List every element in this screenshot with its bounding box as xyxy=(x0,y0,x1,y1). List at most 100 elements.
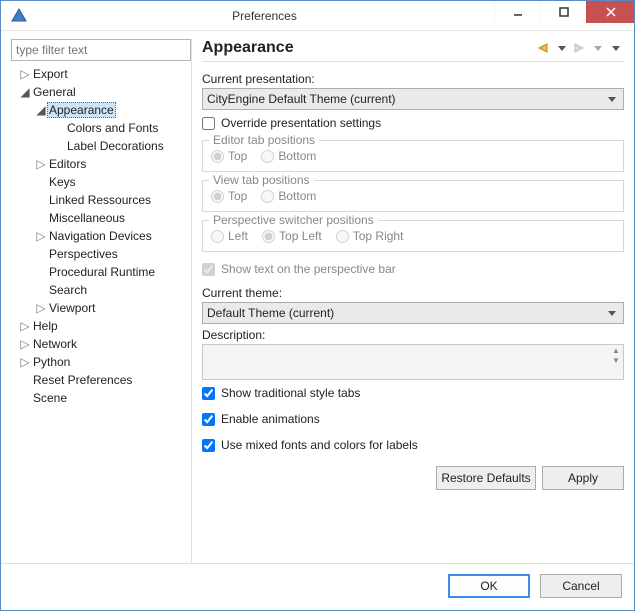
tree-expand-icon[interactable]: ▷ xyxy=(19,335,31,353)
tree-item[interactable]: ◢Appearance xyxy=(11,101,191,119)
tree-item-label: Colors and Fonts xyxy=(65,121,160,135)
nav-fwd-menu-icon[interactable] xyxy=(590,40,606,56)
nav-back-menu-icon[interactable] xyxy=(554,40,570,56)
persp-topright-radio[interactable]: Top Right xyxy=(336,229,404,243)
enable-animations-label: Enable animations xyxy=(221,412,320,426)
tree-item-label: Python xyxy=(31,355,72,369)
tree-item[interactable]: ▷Python xyxy=(11,353,191,371)
enable-animations-check[interactable] xyxy=(202,413,215,426)
page-heading-row: Appearance xyxy=(202,39,624,62)
view-tab-bottom-radio[interactable]: Bottom xyxy=(261,189,316,203)
tree-item-label: Editors xyxy=(47,157,88,171)
tree-item[interactable]: ▷Miscellaneous xyxy=(11,209,191,227)
view-tab-positions-legend: View tab positions xyxy=(209,173,314,187)
tree-item-label: Linked Ressources xyxy=(47,193,153,207)
chevron-down-icon xyxy=(605,309,619,317)
tree-item[interactable]: ◢General xyxy=(11,83,191,101)
mixed-fonts-check[interactable] xyxy=(202,439,215,452)
spin-up-icon[interactable]: ▲ xyxy=(611,347,621,355)
tree-item-label: Export xyxy=(31,67,70,81)
current-theme-value: Default Theme (current) xyxy=(207,306,605,320)
page-button-row: Restore Defaults Apply xyxy=(202,466,624,490)
tree-item-label: Viewport xyxy=(47,301,97,315)
tree-item-label: Help xyxy=(31,319,60,333)
tree-expand-icon[interactable]: ▷ xyxy=(35,227,47,245)
tree-item[interactable]: ▷Perspectives xyxy=(11,245,191,263)
editor-tab-bottom-radio[interactable]: Bottom xyxy=(261,149,316,163)
window-title: Preferences xyxy=(35,9,494,23)
tree-item[interactable]: ▷Network xyxy=(11,335,191,353)
tree-expand-icon[interactable]: ▷ xyxy=(19,317,31,335)
description-spinner: ▲ ▼ xyxy=(611,347,621,365)
tree-item[interactable]: ▷Keys xyxy=(11,173,191,191)
tree-item[interactable]: ▷Colors and Fonts xyxy=(11,119,191,137)
filter-input[interactable] xyxy=(11,39,191,61)
tree-item-label: Label Decorations xyxy=(65,139,166,153)
persp-topleft-radio[interactable]: Top Left xyxy=(262,229,322,243)
show-text-perspective-check[interactable] xyxy=(202,263,215,276)
override-presentation-label: Override presentation settings xyxy=(221,116,381,130)
cancel-button[interactable]: Cancel xyxy=(540,574,622,598)
editor-tab-top-radio[interactable]: Top xyxy=(211,149,247,163)
tree-item[interactable]: ▷Editors xyxy=(11,155,191,173)
tree-item-label: Perspectives xyxy=(47,247,120,261)
page-title: Appearance xyxy=(202,39,536,57)
tree-item[interactable]: ▷Navigation Devices xyxy=(11,227,191,245)
override-presentation-checkbox[interactable]: Override presentation settings xyxy=(202,116,624,130)
minimize-button[interactable] xyxy=(494,1,540,23)
tree-item[interactable]: ▷Linked Ressources xyxy=(11,191,191,209)
nav-fwd-icon xyxy=(572,40,588,56)
mixed-fonts-label: Use mixed fonts and colors for labels xyxy=(221,438,418,452)
spin-down-icon[interactable]: ▼ xyxy=(611,357,621,365)
tree-item-label: Reset Preferences xyxy=(31,373,134,387)
tree-expand-icon[interactable]: ▷ xyxy=(19,65,31,83)
tree-item[interactable]: ▷Reset Preferences xyxy=(11,371,191,389)
tree-item[interactable]: ▷Scene xyxy=(11,389,191,407)
dialog-button-bar: OK Cancel xyxy=(1,563,634,610)
traditional-tabs-check[interactable] xyxy=(202,387,215,400)
current-presentation-combo[interactable]: CityEngine Default Theme (current) xyxy=(202,88,624,110)
show-text-perspective-label: Show text on the perspective bar xyxy=(221,262,396,276)
tree-item-label: Search xyxy=(47,283,89,297)
tree-item[interactable]: ▷Export xyxy=(11,65,191,83)
nav-back-icon[interactable] xyxy=(536,40,552,56)
tree-item-label: Scene xyxy=(31,391,69,405)
ok-button[interactable]: OK xyxy=(448,574,530,598)
tree-item-label: General xyxy=(31,85,78,99)
current-theme-label: Current theme: xyxy=(202,286,624,300)
tree-collapse-icon[interactable]: ◢ xyxy=(35,101,47,119)
persp-left-radio[interactable]: Left xyxy=(211,229,248,243)
heading-nav xyxy=(536,40,624,56)
traditional-tabs-checkbox[interactable]: Show traditional style tabs xyxy=(202,386,624,400)
enable-animations-checkbox[interactable]: Enable animations xyxy=(202,412,624,426)
tree-item-label: Procedural Runtime xyxy=(47,265,157,279)
preference-tree[interactable]: ▷Export◢General◢Appearance▷Colors and Fo… xyxy=(11,65,191,563)
tree-expand-icon[interactable]: ▷ xyxy=(35,155,47,173)
tree-item-label: Appearance xyxy=(47,102,116,118)
restore-defaults-button[interactable]: Restore Defaults xyxy=(436,466,536,490)
tree-item[interactable]: ▷Help xyxy=(11,317,191,335)
nav-menu-icon[interactable] xyxy=(608,40,624,56)
tree-item[interactable]: ▷Procedural Runtime xyxy=(11,263,191,281)
perspective-switcher-group: Perspective switcher positions Left Top … xyxy=(202,220,624,252)
tree-expand-icon[interactable]: ▷ xyxy=(19,353,31,371)
tree-expand-icon[interactable]: ▷ xyxy=(35,299,47,317)
chevron-down-icon xyxy=(605,95,619,103)
dialog-body: ▷Export◢General◢Appearance▷Colors and Fo… xyxy=(1,31,634,563)
tree-item[interactable]: ▷Viewport xyxy=(11,299,191,317)
override-presentation-check[interactable] xyxy=(202,117,215,130)
close-button[interactable] xyxy=(586,1,634,23)
tree-collapse-icon[interactable]: ◢ xyxy=(19,83,31,101)
apply-button[interactable]: Apply xyxy=(542,466,624,490)
tree-item[interactable]: ▷Label Decorations xyxy=(11,137,191,155)
view-tab-positions-group: View tab positions Top Bottom xyxy=(202,180,624,212)
tree-item[interactable]: ▷Search xyxy=(11,281,191,299)
tree-item-label: Miscellaneous xyxy=(47,211,127,225)
tree-item-label: Keys xyxy=(47,175,78,189)
show-text-perspective-checkbox[interactable]: Show text on the perspective bar xyxy=(202,262,624,276)
view-tab-top-radio[interactable]: Top xyxy=(211,189,247,203)
current-theme-combo[interactable]: Default Theme (current) xyxy=(202,302,624,324)
description-box[interactable]: ▲ ▼ xyxy=(202,344,624,380)
mixed-fonts-checkbox[interactable]: Use mixed fonts and colors for labels xyxy=(202,438,624,452)
maximize-button[interactable] xyxy=(540,1,586,23)
